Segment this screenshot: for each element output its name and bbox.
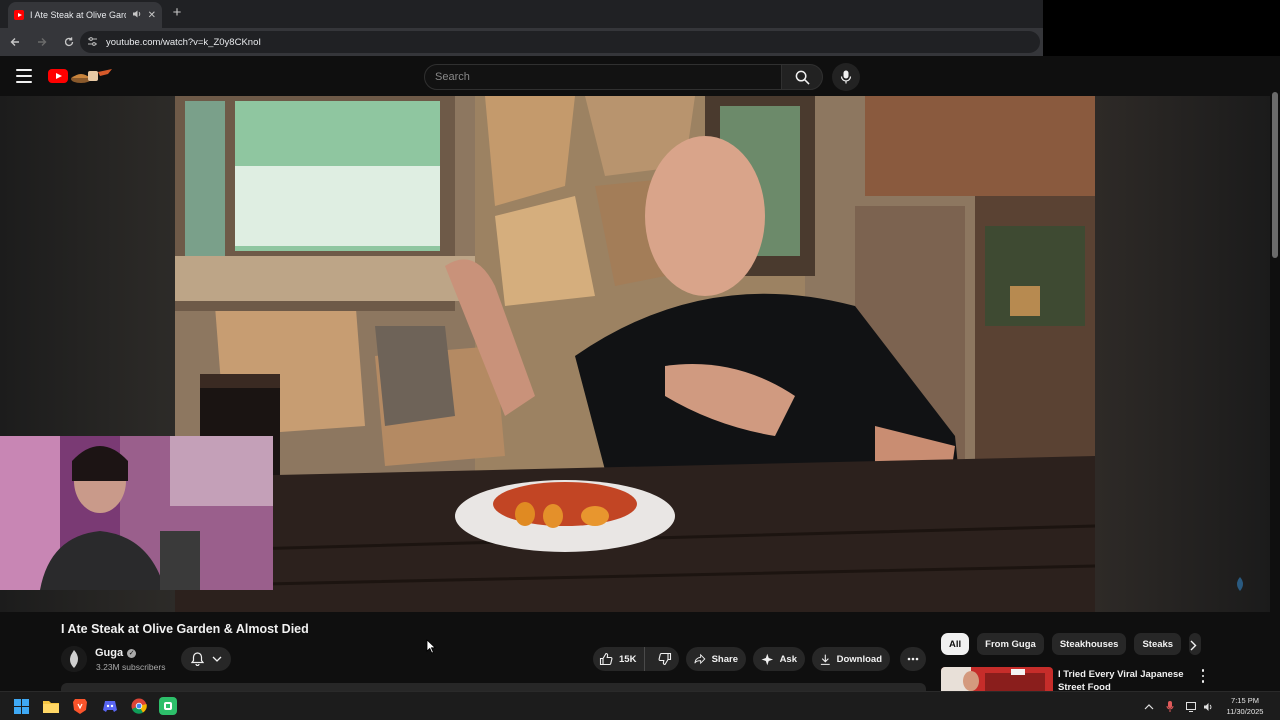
verified-badge-icon: ✓ [127,648,137,658]
brave-browser-icon[interactable] [71,697,89,715]
chip-steaks[interactable]: Steaks [1134,633,1182,655]
reload-button[interactable] [57,30,81,54]
hamburger-menu-icon[interactable] [16,69,32,83]
chip-all[interactable]: All [941,633,970,655]
recommendation-title[interactable]: I Tried Every Viral Japanese Street Food [1058,668,1188,690]
like-button[interactable]: 15K [593,647,646,671]
chevron-down-icon [212,656,221,662]
more-actions-button[interactable] [900,647,926,671]
channel-name-text: Guga [95,647,124,659]
system-clock[interactable]: 7:15 PM 11/30/2025 [1220,695,1270,717]
like-dislike-group: 15K [593,647,679,671]
browser-tab[interactable]: I Ate Steak at Olive Garden ✕ [8,2,162,28]
close-tab-icon[interactable]: ✕ [148,10,156,21]
volume-icon[interactable] [1203,692,1214,720]
recommendation-thumbnail[interactable] [941,667,1053,691]
description-box[interactable] [61,683,926,691]
chip-steakhouses[interactable]: Steakhouses [1051,633,1127,655]
url-text: youtube.com/watch?v=k_Z0y8CKnoI [106,36,261,48]
thumbs-down-icon [658,652,672,666]
subscriber-count: 3.23M subscribers [96,662,166,672]
youtube-doodle-icon[interactable] [70,68,114,84]
windows-taskbar: 7:15 PM 11/30/2025 [0,691,1280,720]
mouse-cursor-icon [426,639,436,654]
browser-tab-strip: I Ate Steak at Olive Garden ✕ + [0,0,1043,28]
bell-icon [190,652,204,666]
show-hidden-icons-button[interactable] [1144,692,1154,720]
sparkle-icon [761,653,774,665]
channel-name[interactable]: Guga ✓ [95,647,137,659]
chevron-right-icon [1190,640,1196,650]
download-icon [820,654,830,665]
search-button[interactable] [781,64,823,90]
empty-area [1043,0,1280,56]
share-icon [694,653,706,665]
app-icon[interactable] [159,697,177,715]
more-horizontal-icon [907,657,919,661]
video-scene [175,96,1095,612]
chevron-up-icon [1144,703,1154,709]
filter-chips: All From Guga Steakhouses Steaks [941,633,1202,655]
ambient-glow-right [1095,96,1270,612]
ask-button[interactable]: Ask [753,647,805,671]
search-icon [795,70,810,85]
search-box[interactable] [424,64,782,90]
network-icon[interactable] [1186,692,1198,720]
tab-title: I Ate Steak at Olive Garden [30,10,126,20]
webcam-overlay [0,436,273,590]
download-label: Download [836,653,882,665]
share-label: Share [711,653,738,665]
site-settings-icon[interactable] [86,36,98,48]
chip-from-guga[interactable]: From Guga [977,633,1044,655]
page-scrollbar[interactable] [1270,90,1280,690]
youtube-logo-icon[interactable] [48,69,68,83]
thumbs-up-icon [599,652,613,666]
channel-avatar[interactable] [61,646,87,672]
like-count: 15K [619,653,637,665]
microphone-icon [840,70,852,84]
scroll-thumb[interactable] [1272,92,1278,258]
video-player[interactable] [0,96,1270,612]
recommendation-more-icon[interactable] [1196,668,1210,684]
share-button[interactable]: Share [686,647,746,671]
forward-button[interactable] [30,30,54,54]
youtube-header [0,56,1280,96]
clock-time: 7:15 PM [1231,696,1259,705]
download-button[interactable]: Download [812,647,890,671]
clock-date: 11/30/2025 [1226,707,1264,716]
ask-label: Ask [779,653,797,665]
browser-toolbar: youtube.com/watch?v=k_Z0y8CKnoI [0,28,1043,56]
microphone-tray-icon[interactable] [1166,692,1174,720]
subscribed-notifications-button[interactable] [181,647,231,671]
search-input[interactable] [435,71,781,83]
chips-next-button[interactable] [1182,634,1204,656]
speaker-icon[interactable] [132,9,142,22]
spinner-icon [1237,577,1243,591]
video-title: I Ate Steak at Olive Garden & Almost Die… [61,622,309,636]
back-button[interactable] [3,30,27,54]
file-explorer-icon[interactable] [42,697,60,715]
address-bar[interactable]: youtube.com/watch?v=k_Z0y8CKnoI [80,31,1040,53]
voice-search-button[interactable] [832,63,860,91]
discord-icon[interactable] [101,697,119,715]
windows-start-icon[interactable] [12,697,30,715]
dislike-button[interactable] [651,647,679,671]
video-frame[interactable] [175,96,1095,612]
chrome-icon[interactable] [130,697,148,715]
youtube-favicon-icon [14,10,24,20]
new-tab-button[interactable]: + [168,4,186,22]
